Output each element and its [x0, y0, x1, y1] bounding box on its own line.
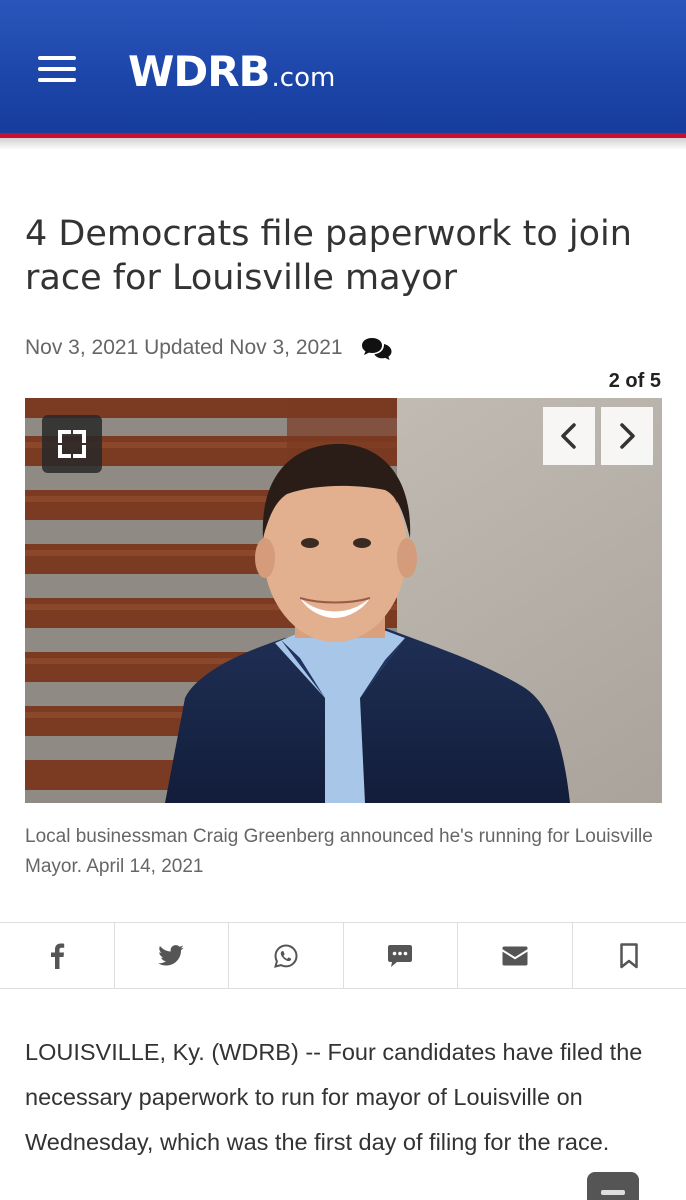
chevron-left-icon[interactable]: [543, 407, 595, 465]
article-headline: 4 Democrats file paperwork to join race …: [25, 214, 632, 298]
article-dateline: Nov 3, 2021 Updated Nov 3, 2021: [25, 336, 343, 359]
article-body-paragraph: LOUISVILLE, Ky. (WDRB) -- Four candidate…: [25, 1039, 643, 1155]
hamburger-menu-icon[interactable]: [38, 56, 80, 84]
sms-icon[interactable]: [344, 923, 458, 988]
share-bar: [0, 922, 686, 989]
comments-icon[interactable]: [361, 336, 393, 362]
twitter-icon[interactable]: [115, 923, 229, 988]
whatsapp-icon[interactable]: [229, 923, 344, 988]
email-icon[interactable]: [458, 923, 573, 988]
bookmark-icon[interactable]: [573, 923, 686, 988]
gallery-counter: 2 of 5: [608, 370, 661, 392]
logo-domain: .com: [271, 63, 336, 93]
logo-wordmark: WDRB: [128, 47, 271, 96]
facebook-icon[interactable]: [0, 923, 115, 988]
gallery-photo[interactable]: [25, 398, 662, 803]
header-shadow: [0, 138, 686, 150]
site-logo[interactable]: WDRB.com: [128, 47, 335, 96]
photo-caption: Local businessman Craig Greenberg announ…: [25, 826, 653, 877]
fullscreen-expand-icon[interactable]: [42, 415, 102, 473]
floating-action-button[interactable]: [587, 1172, 639, 1200]
site-header: WDRB.com: [0, 0, 686, 134]
chevron-right-icon[interactable]: [601, 407, 653, 465]
